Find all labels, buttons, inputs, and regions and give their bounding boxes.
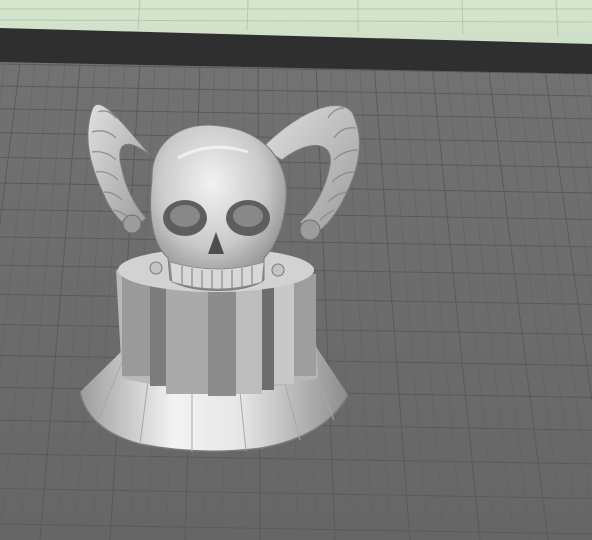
viewport-canvas[interactable] [0, 0, 592, 540]
3d-viewport[interactable] [0, 0, 592, 540]
